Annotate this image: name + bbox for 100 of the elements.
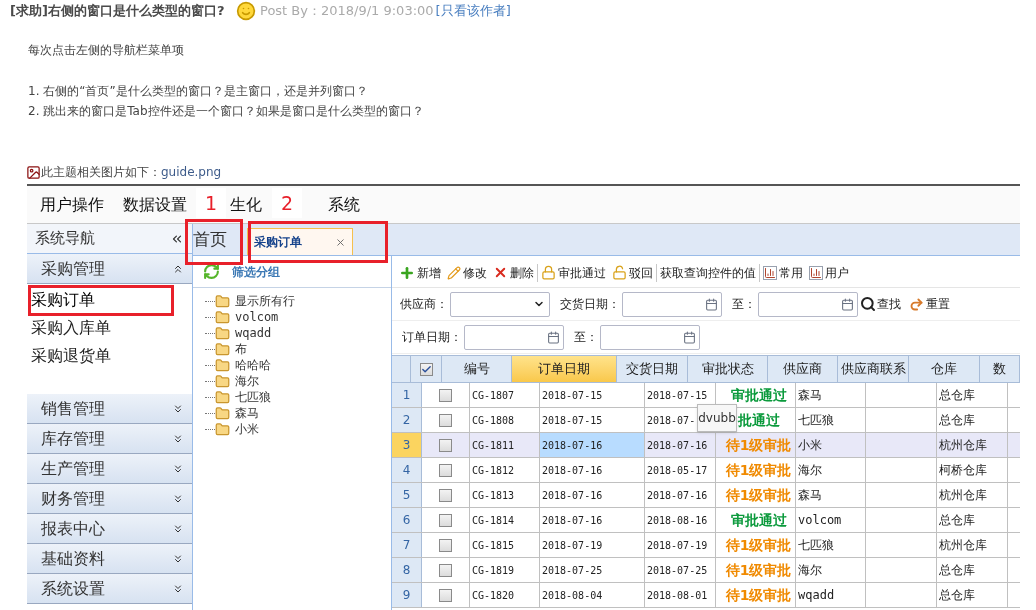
date-field[interactable] xyxy=(600,324,700,350)
tree-item[interactable]: wqadd xyxy=(235,324,272,342)
status-cell: 待1级审批 xyxy=(716,558,796,582)
date-field[interactable] xyxy=(622,291,722,317)
table-row[interactable]: 7 CG-1815 2018-07-19 2018-07-19 待1级审批 七匹狼 杭州仓库 xyxy=(392,533,1020,558)
pencil-icon xyxy=(447,265,461,280)
checkbox[interactable] xyxy=(439,413,452,427)
annotation-number: 1 xyxy=(196,188,226,218)
checkbox[interactable] xyxy=(439,438,452,452)
tree-item[interactable]: 哈哈哈 xyxy=(235,356,271,374)
nav-group-header[interactable]: 基础资料 xyxy=(27,544,192,574)
nav-item[interactable]: 采购入库单 xyxy=(27,314,192,342)
table-cell: volcom xyxy=(796,508,866,532)
toolbar-button[interactable]: 修改 xyxy=(447,263,487,282)
checkbox[interactable] xyxy=(439,463,452,477)
table-row[interactable]: 5 CG-1813 2018-07-16 2018-07-16 待1级审批 森马 杭州仓库 xyxy=(392,483,1020,508)
nav-group-header[interactable]: 库存管理 xyxy=(27,424,192,454)
tree-item[interactable]: 森马 xyxy=(235,404,259,422)
tree-item[interactable]: 布 xyxy=(235,340,247,358)
status-cell: 审批通过 xyxy=(716,508,796,532)
post-text: 2. 跳出来的窗口是Tab控件还是一个窗口？如果是窗口是什么类型的窗口？ xyxy=(28,103,425,120)
tree-item[interactable]: volcom xyxy=(235,308,279,326)
table-cell: 海尔 xyxy=(796,558,866,582)
nav-group-header[interactable]: 销售管理 xyxy=(27,394,192,424)
author-only-link[interactable]: [只看该作者] xyxy=(435,1,511,21)
expand-icon xyxy=(172,522,184,535)
tree-item[interactable]: 海尔 xyxy=(235,372,259,390)
column-header[interactable]: 供应商联系 xyxy=(838,356,909,382)
table-cell: 森马 xyxy=(796,483,866,507)
table-cell: 2018-07-16 xyxy=(540,458,645,482)
date-field[interactable] xyxy=(758,291,858,317)
date-field[interactable] xyxy=(464,324,564,350)
toolbar-button[interactable]: 获取查询控件的值 xyxy=(660,263,756,282)
menu-item[interactable]: 数据设置 xyxy=(123,192,187,217)
table-cell: CG-1807 xyxy=(470,383,540,407)
menu-item[interactable]: 系统 xyxy=(328,192,360,217)
column-header[interactable]: 数 xyxy=(980,356,1020,382)
table-cell: CG-1814 xyxy=(470,508,540,532)
calendar-icon xyxy=(705,297,718,311)
nav-group-header[interactable]: 财务管理 xyxy=(27,484,192,514)
tree-item[interactable]: 七匹狼 xyxy=(235,388,271,406)
checkbox[interactable] xyxy=(439,538,452,552)
bar-chart-icon xyxy=(763,265,777,280)
toolbar-button[interactable]: 用户 xyxy=(809,263,849,282)
table-cell: 2018-05-17 xyxy=(645,458,716,482)
tab[interactable]: 采购订单 xyxy=(247,228,353,255)
table-cell: CG-1819 xyxy=(470,558,540,582)
folder-icon xyxy=(215,309,230,325)
checkbox[interactable] xyxy=(439,563,452,577)
table-row[interactable]: 6 CG-1814 2018-07-16 2018-08-16 审批通过 volcom 总仓库 xyxy=(392,508,1020,533)
menu-item[interactable]: 生化 xyxy=(230,192,262,217)
table-cell: 总仓库 xyxy=(937,408,1008,432)
column-header[interactable]: 订单日期 xyxy=(512,356,617,382)
checkbox[interactable] xyxy=(419,362,433,376)
toolbar-button[interactable]: 驳回 xyxy=(612,263,653,282)
checkbox[interactable] xyxy=(439,513,452,527)
annotation-number: 2 xyxy=(272,188,302,218)
toolbar-button[interactable]: 常用 xyxy=(763,263,803,282)
nav-item[interactable]: 采购订单 xyxy=(27,286,192,314)
table-row[interactable]: 8 CG-1819 2018-07-25 2018-07-25 待1级审批 海尔 总仓库 xyxy=(392,558,1020,583)
table-cell: 杭州仓库 xyxy=(937,533,1008,557)
field-label: 供应商： xyxy=(400,296,448,313)
checkbox[interactable] xyxy=(439,388,452,402)
tree-item[interactable]: 小米 xyxy=(235,420,259,438)
table-row[interactable]: 1 CG-1807 2018-07-15 2018-07-15 审批通过 森马 总仓库 xyxy=(392,383,1020,408)
table-cell: 2018-07-16 xyxy=(540,433,645,457)
nav-group-header[interactable]: 生产管理 xyxy=(27,454,192,484)
nav-group-header[interactable]: 采购管理 xyxy=(27,254,192,284)
table-row[interactable]: 9 CG-1820 2018-08-04 2018-08-01 待1级审批 wqadd 总仓库 xyxy=(392,583,1020,608)
folder-icon xyxy=(215,389,230,405)
checkbox[interactable] xyxy=(439,588,452,602)
supplier-select[interactable] xyxy=(450,291,550,317)
table-cell: CG-1813 xyxy=(470,483,540,507)
toolbar-button[interactable]: 新增 xyxy=(399,263,441,282)
field-label: 至： xyxy=(732,296,756,313)
nav-group-header[interactable]: 报表中心 xyxy=(27,514,192,544)
toolbar-button[interactable]: 删除 xyxy=(493,263,534,282)
column-header[interactable]: 仓库 xyxy=(909,356,980,382)
expand-icon xyxy=(172,492,184,505)
table-row[interactable]: 4 CG-1812 2018-07-16 2018-05-17 待1级审批 海尔 柯桥仓库 xyxy=(392,458,1020,483)
menu-item[interactable]: 用户操作 xyxy=(40,192,104,217)
close-icon[interactable] xyxy=(335,236,346,248)
nav-group-header[interactable]: 系统设置 xyxy=(27,574,192,604)
table-row[interactable]: 3 CG-1811 2018-07-16 2018-07-16 待1级审批 小米 杭州仓库 xyxy=(392,433,1020,458)
tab[interactable]: 首页 xyxy=(193,225,227,255)
checkbox[interactable] xyxy=(439,488,452,502)
column-header[interactable]: 审批状态 xyxy=(688,356,768,382)
attachment-label: 此主题相关图片如下： xyxy=(41,164,161,181)
toolbar-button[interactable]: 审批通过 xyxy=(541,263,606,282)
tree-item[interactable]: 显示所有行 xyxy=(235,292,295,310)
column-header[interactable]: 交货日期 xyxy=(617,356,688,382)
refresh-icon[interactable] xyxy=(203,263,220,280)
column-header[interactable]: 供应商 xyxy=(768,356,838,382)
search-button[interactable]: 查找 xyxy=(860,295,901,313)
expand-icon xyxy=(172,402,184,415)
table-cell: 2018-07-15 xyxy=(540,408,645,432)
attachment-link[interactable]: guide.png xyxy=(161,163,222,181)
reset-button[interactable]: 重置 xyxy=(909,295,950,313)
nav-item[interactable]: 采购退货单 xyxy=(27,342,192,370)
table-cell: 2018-07-25 xyxy=(645,558,716,582)
